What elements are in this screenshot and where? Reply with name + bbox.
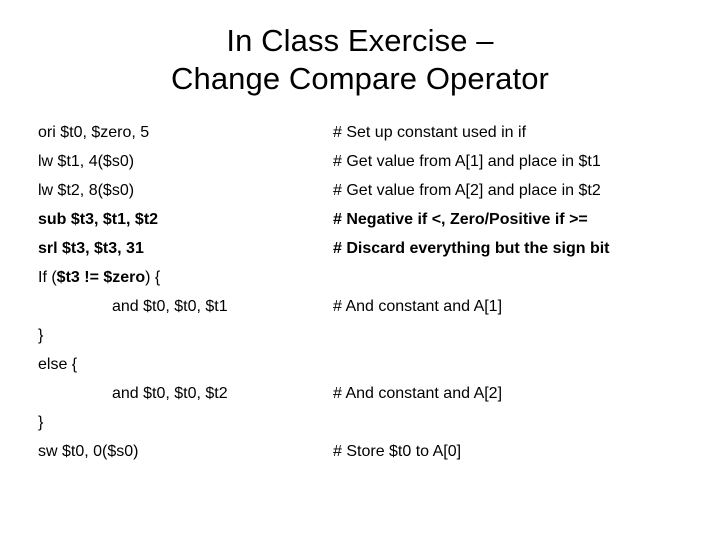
comment-text: # Set up constant used in if [333, 124, 527, 141]
instruction-text: lw $t1, 4($s0) [38, 153, 135, 170]
title-line-2: Change Compare Operator [171, 61, 549, 96]
instruction-text: } [38, 414, 44, 431]
code-row: else { [0, 350, 720, 379]
instruction-text: sub $t3, $t1, $t2 [38, 211, 159, 228]
code-row: srl $t3, $t3, 31 # Discard everything but… [0, 234, 720, 263]
instruction-text: If ($t3 != $zero) { [38, 263, 328, 292]
comment-text: # And constant and A[1] [333, 298, 503, 315]
code-listing: ori $t0, $zero, 5 # Set up constant used … [0, 118, 720, 466]
comment-text: # And constant and A[2] [333, 385, 503, 402]
instruction-text: ori $t0, $zero, 5 [38, 124, 150, 141]
page-title: In Class Exercise – Change Compare Opera… [36, 22, 684, 98]
comment-text: # Discard everything but the sign bit [333, 240, 610, 257]
instruction-prefix: If ( [38, 269, 57, 286]
comment-text: # Get value from A[1] and place in $t1 [333, 153, 601, 170]
code-row: } [0, 408, 720, 437]
code-row: sw $t0, 0($s0) # Store $t0 to A[0] [0, 437, 720, 466]
code-row: lw $t1, 4($s0) # Get value from A[1] and … [0, 147, 720, 176]
title-line-1: In Class Exercise – [226, 23, 494, 58]
code-row: lw $t2, 8($s0) # Get value from A[2] and … [0, 176, 720, 205]
code-row: ori $t0, $zero, 5 # Set up constant used … [0, 118, 720, 147]
comment-text: # Get value from A[2] and place in $t2 [333, 182, 601, 199]
code-row: and $t0, $t0, $t1 # And constant and A[1] [0, 292, 720, 321]
code-row: If ($t3 != $zero) { [0, 263, 720, 292]
comment-text: # Negative if <, Zero/Positive if >= [333, 211, 588, 228]
instruction-text: } [38, 327, 44, 344]
instruction-text: sw $t0, 0($s0) [38, 443, 139, 460]
code-row: sub $t3, $t1, $t2 # Negative if <, Zero/P… [0, 205, 720, 234]
instruction-suffix: ) { [145, 269, 161, 286]
instruction-text: else { [38, 356, 78, 373]
code-row: and $t0, $t0, $t2 # And constant and A[2] [0, 379, 720, 408]
instruction-emphasis: $t3 != $zero [56, 269, 146, 286]
instruction-text: lw $t2, 8($s0) [38, 182, 135, 199]
instruction-text: srl $t3, $t3, 31 [38, 240, 144, 257]
slide-canvas: In Class Exercise – Change Compare Opera… [0, 0, 720, 540]
comment-text: # Store $t0 to A[0] [333, 443, 462, 460]
code-row: } [0, 321, 720, 350]
